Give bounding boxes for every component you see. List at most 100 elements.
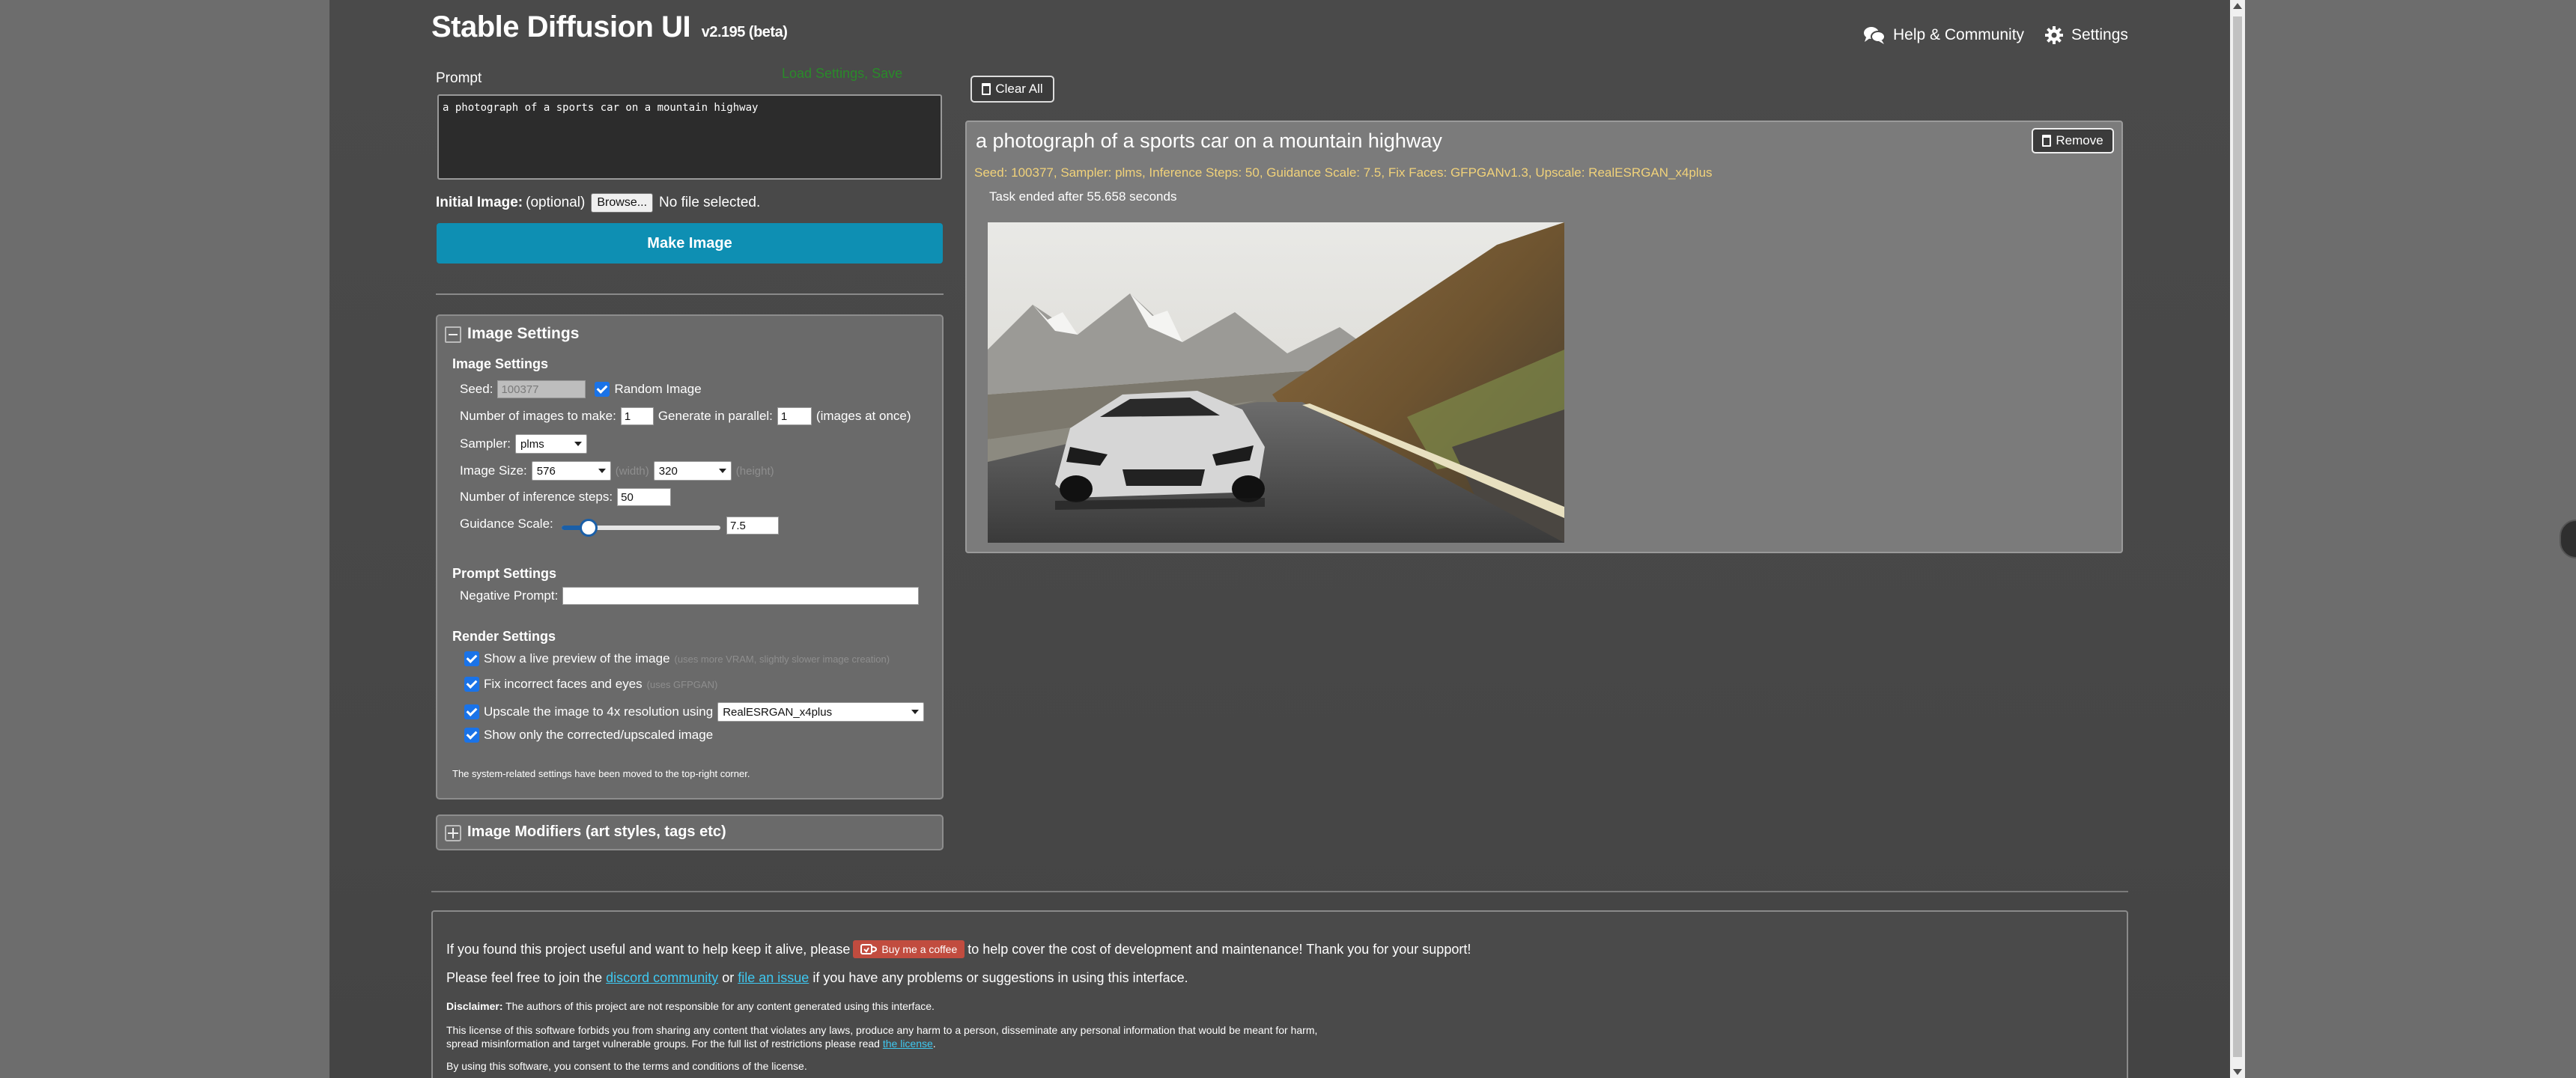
disclaimer-line: Disclaimer: The authors of this project … [446, 1000, 935, 1012]
chevron-down-icon [598, 469, 606, 473]
image-modifiers-title[interactable]: Image Modifiers (art styles, tags etc) [467, 823, 726, 841]
live-preview-label: Show a live preview of the image [484, 651, 670, 666]
system-settings-note: The system-related settings have been mo… [452, 768, 750, 779]
generated-image[interactable] [988, 222, 1564, 543]
render-settings-heading: Render Settings [452, 629, 556, 644]
join-line: Please feel free to join the discord com… [446, 970, 1188, 986]
license-link[interactable]: the license [883, 1038, 933, 1050]
license-period: . [932, 1038, 936, 1050]
steps-input[interactable]: 50 [617, 488, 672, 506]
random-image-label: Random Image [614, 382, 702, 396]
seed-input[interactable]: 100377 [497, 380, 586, 398]
help-community-link[interactable]: Help & Community [1863, 25, 2024, 45]
image-modifiers-panel[interactable]: Image Modifiers (art styles, tags etc) [436, 814, 944, 850]
width-value: 576 [536, 464, 556, 478]
only-corrected-checkbox[interactable] [464, 728, 479, 743]
license-line-2: spread misinformation and target vulnera… [446, 1038, 936, 1050]
app-title: Stable Diffusion UI v2.195 (beta) [431, 10, 788, 44]
trash-icon [982, 83, 991, 95]
fix-faces-label: Fix incorrect faces and eyes [484, 677, 643, 691]
only-corrected-row: Show only the corrected/upscaled image [464, 728, 713, 743]
live-preview-checkbox[interactable] [464, 651, 479, 666]
fix-faces-hint: (uses GFPGAN) [646, 678, 718, 690]
collapse-icon[interactable] [445, 326, 461, 343]
app-container: Stable Diffusion UI v2.195 (beta) Help &… [329, 0, 2230, 1078]
disclaimer-label: Disclaimer: [446, 1000, 503, 1012]
live-preview-row: Show a live preview of the image (uses m… [464, 651, 890, 666]
buy-coffee-button[interactable]: Buy me a coffee [853, 940, 965, 958]
expand-plus-icon[interactable] [445, 825, 461, 841]
join-text-post: if you have any problems or suggestions … [812, 970, 1188, 985]
page-scrollbar[interactable] [2230, 0, 2245, 1078]
seed-label: Seed: [460, 382, 493, 396]
parallel-label: Generate in parallel: [657, 409, 773, 423]
image-size-row: Image Size: 576 (width) 320 (height) [460, 461, 774, 481]
save-settings-link[interactable]: Load Settings, Save [782, 66, 902, 82]
upscale-label: Upscale the image to 4x resolution using [484, 704, 714, 719]
file-status: No file selected. [659, 195, 761, 210]
random-image-checkbox[interactable] [595, 382, 610, 397]
remove-label: Remove [2056, 133, 2103, 147]
footer: If you found this project useful and wan… [431, 910, 2128, 1078]
clear-all-label: Clear All [995, 82, 1043, 96]
chevron-down-icon [574, 442, 583, 446]
initial-image-row: Initial Image: (optional) Browse... No f… [436, 193, 760, 213]
steps-label: Number of inference steps: [460, 490, 613, 504]
license-text: spread misinformation and target vulnera… [446, 1038, 880, 1050]
image-size-label: Image Size: [460, 463, 527, 478]
trash-icon [2042, 135, 2052, 147]
prompt-input[interactable]: a photograph of a sports car on a mounta… [437, 94, 942, 180]
browse-button[interactable]: Browse... [591, 193, 654, 213]
image-settings-panel-title[interactable]: Image Settings [467, 325, 579, 343]
support-text-pre: If you found this project useful and wan… [446, 941, 851, 957]
negative-prompt-label: Negative Prompt: [460, 588, 559, 603]
sampler-label: Sampler: [460, 436, 511, 451]
fix-faces-checkbox[interactable] [464, 677, 479, 692]
settings-link[interactable]: Settings [2044, 25, 2128, 45]
result-title: a photograph of a sports car on a mounta… [976, 130, 1442, 152]
scrollbar-thumb[interactable] [2233, 16, 2242, 1057]
only-corrected-label: Show only the corrected/upscaled image [484, 728, 714, 742]
height-select[interactable]: 320 [653, 461, 732, 481]
discord-link[interactable]: discord community [606, 970, 718, 985]
coffee-cup-icon [860, 944, 878, 954]
live-preview-hint: (uses more VRAM, slightly slower image c… [674, 653, 890, 665]
steps-row: Number of inference steps: 50 [460, 488, 672, 506]
initial-image-optional: (optional) [526, 195, 586, 210]
upscale-checkbox[interactable] [464, 704, 479, 719]
negative-prompt-input[interactable] [562, 587, 920, 605]
make-image-button[interactable]: Make Image [437, 223, 943, 264]
sampler-select[interactable]: plms [515, 434, 588, 454]
gear-icon [2045, 26, 2063, 44]
guidance-row: Guidance Scale: [460, 517, 553, 532]
sampler-row: Sampler: plms [460, 434, 588, 454]
image-settings-heading: Image Settings [452, 356, 549, 371]
sports-car-photo [988, 222, 1564, 543]
remove-button[interactable]: Remove [2032, 128, 2114, 153]
num-images-row: Number of images to make: 1 Generate in … [460, 407, 911, 425]
scroll-up-arrow-icon[interactable] [2233, 3, 2242, 9]
negative-prompt-row: Negative Prompt: [460, 587, 920, 605]
scroll-down-arrow-icon[interactable] [2233, 1069, 2242, 1075]
chevron-down-icon [718, 469, 726, 473]
license-line-1: This license of this software forbids yo… [446, 1024, 1318, 1036]
comments-icon [1864, 27, 1886, 44]
file-issue-link[interactable]: file an issue [738, 970, 809, 985]
num-images-label: Number of images to make: [460, 409, 616, 423]
num-images-input[interactable]: 1 [620, 407, 654, 425]
chevron-down-icon [911, 710, 920, 714]
height-hint: (height) [735, 464, 774, 478]
guidance-slider-handle[interactable] [580, 519, 598, 537]
seed-row: Seed: 100377 Random Image [460, 380, 702, 398]
width-select[interactable]: 576 [531, 461, 611, 481]
parallel-input[interactable]: 1 [777, 407, 812, 425]
right-margin [2230, 0, 2576, 1078]
guidance-input[interactable]: 7.5 [726, 517, 779, 535]
parallel-hint: (images at once) [815, 409, 911, 423]
upscale-model-select[interactable]: RealESRGAN_x4plus [717, 702, 925, 722]
initial-image-label: Initial Image: [436, 195, 523, 210]
image-settings-panel: Image Settings Image Settings Seed: 1003… [436, 314, 944, 800]
result-metadata: Seed: 100377, Sampler: plms, Inference S… [974, 165, 1713, 180]
clear-all-button[interactable]: Clear All [970, 76, 1054, 103]
join-text-or: or [722, 970, 735, 985]
